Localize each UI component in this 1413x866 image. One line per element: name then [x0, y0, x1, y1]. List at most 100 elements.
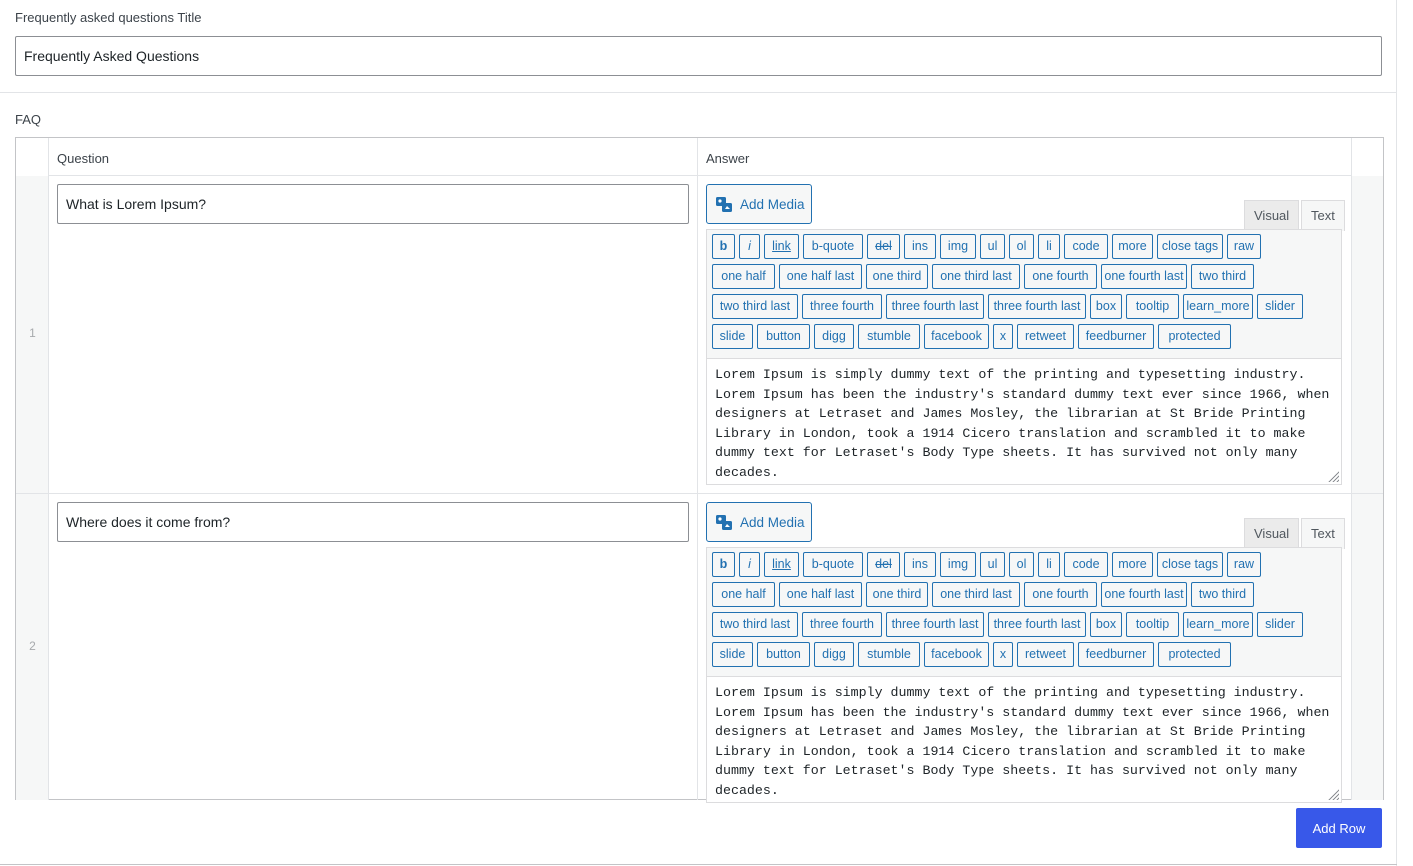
column-header-answer: Answer: [706, 151, 750, 166]
quicktag-i-button[interactable]: i: [739, 552, 760, 577]
quicktag-protected-button[interactable]: protected: [1158, 324, 1231, 349]
row-actions-cell[interactable]: [1351, 494, 1383, 800]
add-media-button[interactable]: Add Media: [706, 184, 812, 224]
answer-textarea[interactable]: Lorem Ipsum is simply dummy text of the …: [707, 676, 1341, 802]
quicktag-three-fourth-last-button[interactable]: three fourth last: [988, 612, 1086, 637]
quicktag-one-fourth-last-button[interactable]: one fourth last: [1101, 264, 1187, 289]
quicktag-one-half-button[interactable]: one half: [712, 264, 775, 289]
answer-textarea[interactable]: Lorem Ipsum is simply dummy text of the …: [707, 358, 1341, 484]
row-order-handle[interactable]: 2: [16, 494, 49, 800]
tab-text[interactable]: Text: [1301, 518, 1345, 549]
tab-text[interactable]: Text: [1301, 200, 1345, 231]
quicktag-close-tags-button[interactable]: close tags: [1157, 552, 1223, 577]
quicktags-toolbar: b i link b-quote del ins img ul ol li code more clos…: [707, 548, 1341, 676]
quicktag-one-third-button[interactable]: one third: [866, 582, 928, 607]
quicktag-retweet-button[interactable]: retweet: [1017, 324, 1074, 349]
quicktag-retweet-button[interactable]: retweet: [1017, 642, 1074, 667]
quicktag-li-button[interactable]: li: [1038, 234, 1060, 259]
column-divider: [697, 176, 698, 493]
quicktag-digg-button[interactable]: digg: [814, 324, 854, 349]
quicktag-stumble-button[interactable]: stumble: [858, 642, 920, 667]
quicktag-one-third-last-button[interactable]: one third last: [932, 264, 1020, 289]
quicktag-slide-button[interactable]: slide: [712, 642, 753, 667]
quicktag-img-button[interactable]: img: [940, 552, 976, 577]
quicktag-close-tags-button[interactable]: close tags: [1157, 234, 1223, 259]
quicktag-button-button[interactable]: button: [757, 642, 810, 667]
quicktag-box-button[interactable]: box: [1090, 294, 1122, 319]
quicktag-digg-button[interactable]: digg: [814, 642, 854, 667]
quicktag-three-fourth-last-button[interactable]: three fourth last: [988, 294, 1086, 319]
quicktag-img-button[interactable]: img: [940, 234, 976, 259]
faq-title-input[interactable]: [15, 36, 1382, 76]
question-input[interactable]: [57, 502, 689, 542]
quicktag-one-third-last-button[interactable]: one third last: [932, 582, 1020, 607]
quicktag-tooltip-button[interactable]: tooltip: [1126, 612, 1179, 637]
quicktag-del-button[interactable]: del: [867, 552, 900, 577]
quicktag-b-quote-button[interactable]: b-quote: [803, 234, 863, 259]
quicktag-i-button[interactable]: i: [739, 234, 760, 259]
question-input[interactable]: [57, 184, 689, 224]
quicktag-learn-more-button[interactable]: learn_more: [1183, 294, 1253, 319]
quicktag-tooltip-button[interactable]: tooltip: [1126, 294, 1179, 319]
quicktag-one-half-last-button[interactable]: one half last: [779, 264, 862, 289]
quicktag-del-button[interactable]: del: [867, 234, 900, 259]
quicktag-one-third-button[interactable]: one third: [866, 264, 928, 289]
quicktag-learn-more-button[interactable]: learn_more: [1183, 612, 1253, 637]
quicktag-two-third-last-button[interactable]: two third last: [712, 612, 798, 637]
quicktag-feedburner-button[interactable]: feedburner: [1078, 324, 1154, 349]
quicktag-x-button[interactable]: x: [993, 324, 1013, 349]
quicktag-ol-button[interactable]: ol: [1009, 234, 1034, 259]
add-media-button[interactable]: Add Media: [706, 502, 812, 542]
quicktag-link-button[interactable]: link: [764, 552, 799, 577]
answer-editor: b i link b-quote del ins img ul ol li code more clos…: [706, 229, 1342, 485]
quicktag-raw-button[interactable]: raw: [1227, 234, 1261, 259]
quicktag-code-button[interactable]: code: [1064, 552, 1108, 577]
quicktag-slider-button[interactable]: slider: [1257, 612, 1303, 637]
quicktag-ul-button[interactable]: ul: [980, 234, 1005, 259]
quicktag-slide-button[interactable]: slide: [712, 324, 753, 349]
quicktag-one-half-button[interactable]: one half: [712, 582, 775, 607]
quicktag-link-button[interactable]: link: [764, 234, 799, 259]
add-media-label: Add Media: [740, 514, 805, 530]
quicktag-two-third-button[interactable]: two third: [1191, 264, 1254, 289]
quicktag-protected-button[interactable]: protected: [1158, 642, 1231, 667]
tab-visual[interactable]: Visual: [1244, 518, 1300, 548]
quicktag-three-fourth-button[interactable]: three fourth: [802, 294, 882, 319]
quicktag-box-button[interactable]: box: [1090, 612, 1122, 637]
quicktag-code-button[interactable]: code: [1064, 234, 1108, 259]
quicktag-b-quote-button[interactable]: b-quote: [803, 552, 863, 577]
quicktag-raw-button[interactable]: raw: [1227, 552, 1261, 577]
quicktag-one-fourth-button[interactable]: one fourth: [1024, 582, 1097, 607]
add-row-button[interactable]: Add Row: [1296, 808, 1382, 848]
quicktag-ins-button[interactable]: ins: [904, 234, 936, 259]
quicktag-b-button[interactable]: b: [712, 552, 735, 577]
quicktag-two-third-last-button[interactable]: two third last: [712, 294, 798, 319]
quicktag-li-button[interactable]: li: [1038, 552, 1060, 577]
quicktag-three-fourth-last-button[interactable]: three fourth last: [886, 294, 984, 319]
row-number: 2: [29, 639, 36, 653]
resize-handle[interactable]: [1327, 788, 1339, 800]
quicktag-x-button[interactable]: x: [993, 642, 1013, 667]
quicktag-ul-button[interactable]: ul: [980, 552, 1005, 577]
quicktag-facebook-button[interactable]: facebook: [924, 324, 989, 349]
quicktag-slider-button[interactable]: slider: [1257, 294, 1303, 319]
resize-handle[interactable]: [1327, 470, 1339, 482]
row-order-handle[interactable]: 1: [16, 176, 49, 493]
quicktag-more-button[interactable]: more: [1112, 552, 1153, 577]
tab-visual[interactable]: Visual: [1244, 200, 1300, 230]
quicktag-one-half-last-button[interactable]: one half last: [779, 582, 862, 607]
quicktag-facebook-button[interactable]: facebook: [924, 642, 989, 667]
quicktag-one-fourth-last-button[interactable]: one fourth last: [1101, 582, 1187, 607]
quicktag-ol-button[interactable]: ol: [1009, 552, 1034, 577]
quicktag-three-fourth-last-button[interactable]: three fourth last: [886, 612, 984, 637]
row-actions-cell[interactable]: [1351, 176, 1383, 493]
quicktag-feedburner-button[interactable]: feedburner: [1078, 642, 1154, 667]
quicktag-three-fourth-button[interactable]: three fourth: [802, 612, 882, 637]
quicktag-stumble-button[interactable]: stumble: [858, 324, 920, 349]
quicktag-ins-button[interactable]: ins: [904, 552, 936, 577]
quicktag-b-button[interactable]: b: [712, 234, 735, 259]
quicktag-button-button[interactable]: button: [757, 324, 810, 349]
quicktag-one-fourth-button[interactable]: one fourth: [1024, 264, 1097, 289]
quicktag-two-third-button[interactable]: two third: [1191, 582, 1254, 607]
quicktag-more-button[interactable]: more: [1112, 234, 1153, 259]
